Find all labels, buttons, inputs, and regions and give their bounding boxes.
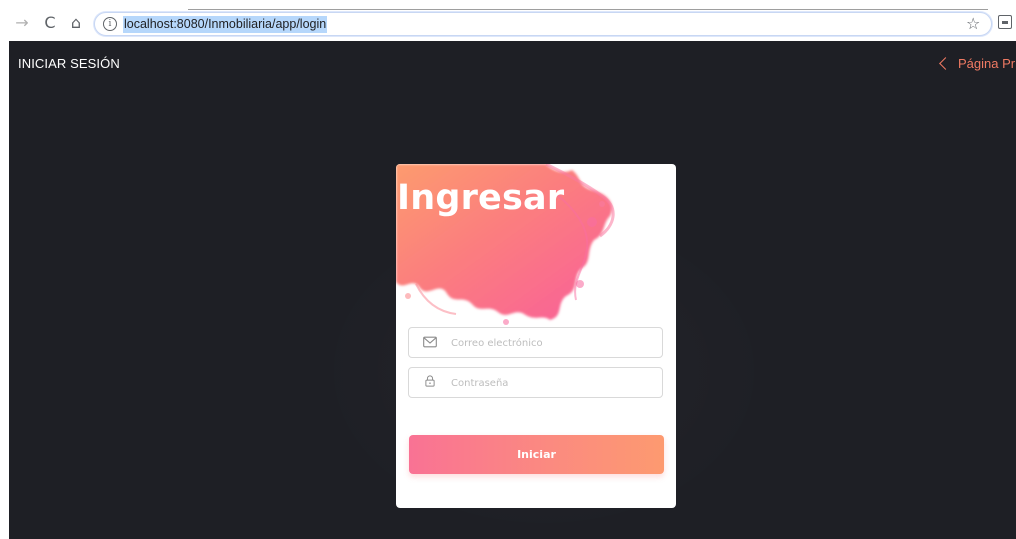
password-field[interactable] [408,367,663,398]
tab-strip-edge [188,9,988,10]
star-icon[interactable]: ☆ [966,14,980,34]
forward-arrow-icon[interactable]: → [12,13,32,33]
back-link-label: Página Pri [958,56,1016,71]
email-field[interactable] [408,327,663,358]
password-input[interactable] [451,373,651,393]
cast-icon[interactable] [998,15,1012,29]
reload-icon[interactable]: C [40,13,60,33]
address-bar[interactable]: i localhost:8080/Inmobiliaria/app/login [94,12,992,36]
page-title: INICIAR SESIÓN [18,56,120,71]
lock-icon [425,375,435,387]
login-page: INICIAR SESIÓN Página Pri Ingresar Corre… [9,41,1016,539]
login-card: Ingresar Iniciar [396,164,676,508]
envelope-icon [423,336,437,348]
login-heading: Ingresar [397,178,565,218]
browser-toolbar: → C ⌂ i localhost:8080/Inmobiliaria/app/… [0,0,1016,40]
login-submit-button[interactable]: Iniciar [409,435,664,474]
email-input[interactable] [451,333,651,353]
chevron-left-icon [939,57,952,70]
info-icon[interactable]: i [103,17,117,31]
url-text[interactable]: localhost:8080/Inmobiliaria/app/login [123,16,328,33]
home-icon[interactable]: ⌂ [66,13,86,33]
back-to-home-link[interactable]: Página Pri [939,54,1016,74]
